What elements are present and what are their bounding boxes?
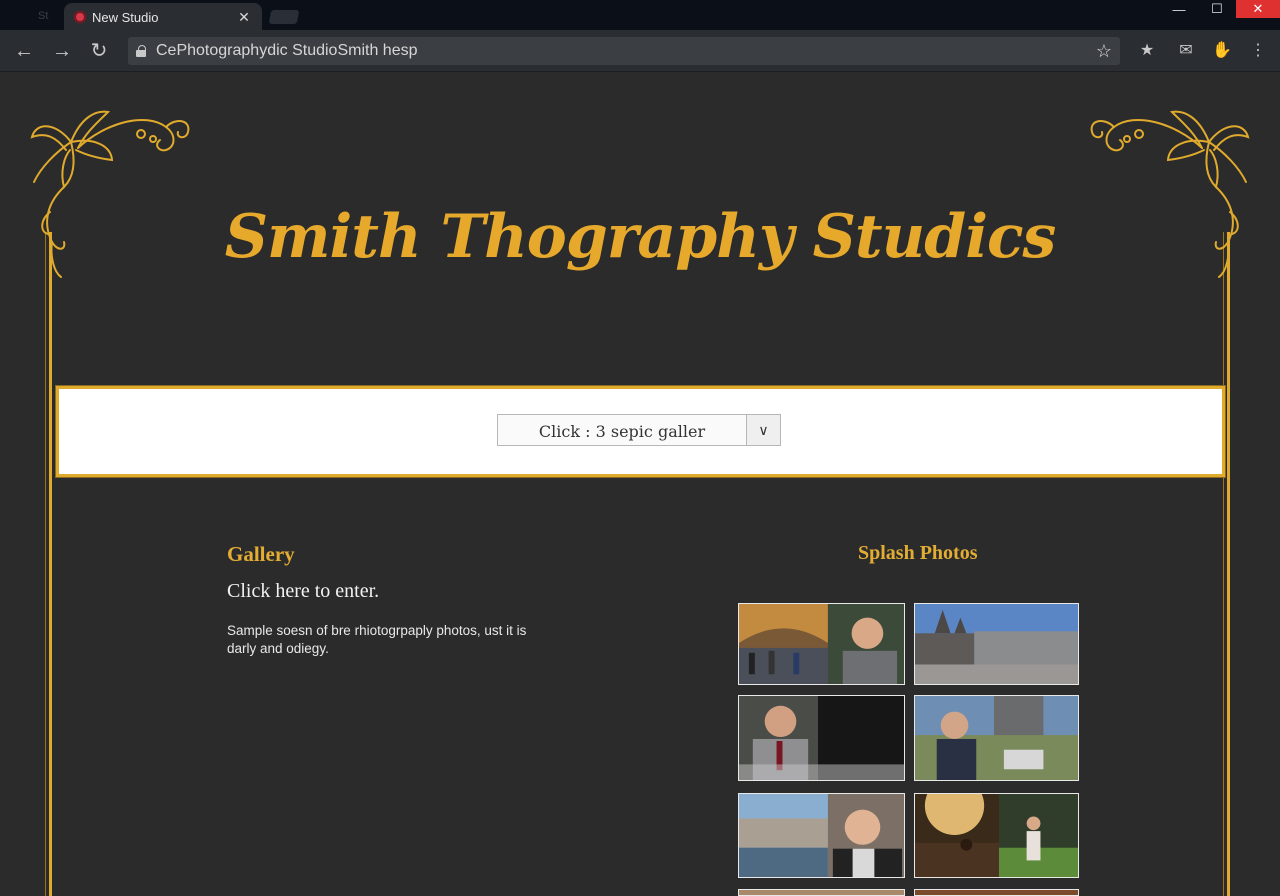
gallery-heading: Gallery bbox=[227, 542, 295, 566]
splash-photo-1[interactable] bbox=[738, 603, 905, 685]
splash-photo-6[interactable] bbox=[914, 793, 1079, 878]
gallery-select-value: Click : 3 sepic galler bbox=[538, 422, 706, 441]
window-controls: — ☐ ✕ bbox=[1160, 0, 1280, 18]
new-tab-button[interactable] bbox=[268, 10, 300, 24]
url-text: CePhotographydic StudioSmith hesp bbox=[156, 42, 418, 59]
page-content: Smith Thography Studics Click : 3 sepic … bbox=[0, 72, 1280, 896]
splash-photos-heading: Splash Photos bbox=[858, 542, 978, 564]
gallery-select-dropdown[interactable]: Click : 3 sepic galler ∨ bbox=[497, 414, 781, 446]
frame-border-left bbox=[45, 232, 52, 896]
splash-photo-3[interactable] bbox=[738, 695, 905, 781]
gallery-description: Sample soesn of bre rhiotogrpaply photos… bbox=[227, 623, 527, 656]
maximize-button[interactable]: ☐ bbox=[1198, 0, 1236, 18]
forward-arrow-icon[interactable]: → bbox=[50, 39, 74, 63]
back-arrow-icon[interactable]: ← bbox=[12, 39, 36, 63]
bookmark-star-icon[interactable]: ☆ bbox=[1096, 41, 1112, 62]
site-title: Smith Thography Studics bbox=[224, 202, 1057, 272]
splash-photo-4[interactable] bbox=[914, 695, 1079, 781]
chevron-down-icon[interactable]: ∨ bbox=[746, 415, 780, 445]
background-tab[interactable]: St bbox=[8, 4, 60, 30]
gallery-enter-link[interactable]: Click here to enter. bbox=[227, 580, 379, 603]
splash-photo-2[interactable] bbox=[914, 603, 1079, 685]
favicon-icon bbox=[74, 11, 86, 23]
address-bar[interactable]: CePhotographydic StudioSmith hesp ☆ bbox=[128, 37, 1120, 65]
splash-photo-5[interactable] bbox=[738, 793, 905, 878]
splash-photo-8[interactable] bbox=[914, 889, 1079, 896]
frame-border-right bbox=[1223, 232, 1230, 896]
gallery-select-banner: Click : 3 sepic galler ∨ bbox=[56, 386, 1225, 477]
reload-icon[interactable]: ↻ bbox=[87, 39, 111, 63]
minimize-button[interactable]: — bbox=[1160, 0, 1198, 18]
extension-mail-icon[interactable]: ✉ bbox=[1175, 40, 1197, 60]
tab-close-icon[interactable]: ✕ bbox=[236, 9, 252, 26]
extension-star-icon[interactable]: ★ bbox=[1136, 40, 1158, 60]
menu-kebab-icon[interactable]: ⋮ bbox=[1247, 40, 1269, 60]
tab-title: New Studio bbox=[92, 9, 159, 25]
splash-photo-7[interactable] bbox=[738, 889, 905, 896]
close-window-button[interactable]: ✕ bbox=[1236, 0, 1280, 18]
extension-hand-icon[interactable]: ✋ bbox=[1211, 40, 1233, 60]
browser-toolbar: ← → ↻ CePhotographydic StudioSmith hesp … bbox=[0, 30, 1280, 72]
active-tab[interactable]: New Studio ✕ bbox=[64, 3, 262, 31]
lock-icon bbox=[136, 45, 146, 57]
tab-bar: St New Studio ✕ — ☐ ✕ bbox=[0, 0, 1280, 31]
